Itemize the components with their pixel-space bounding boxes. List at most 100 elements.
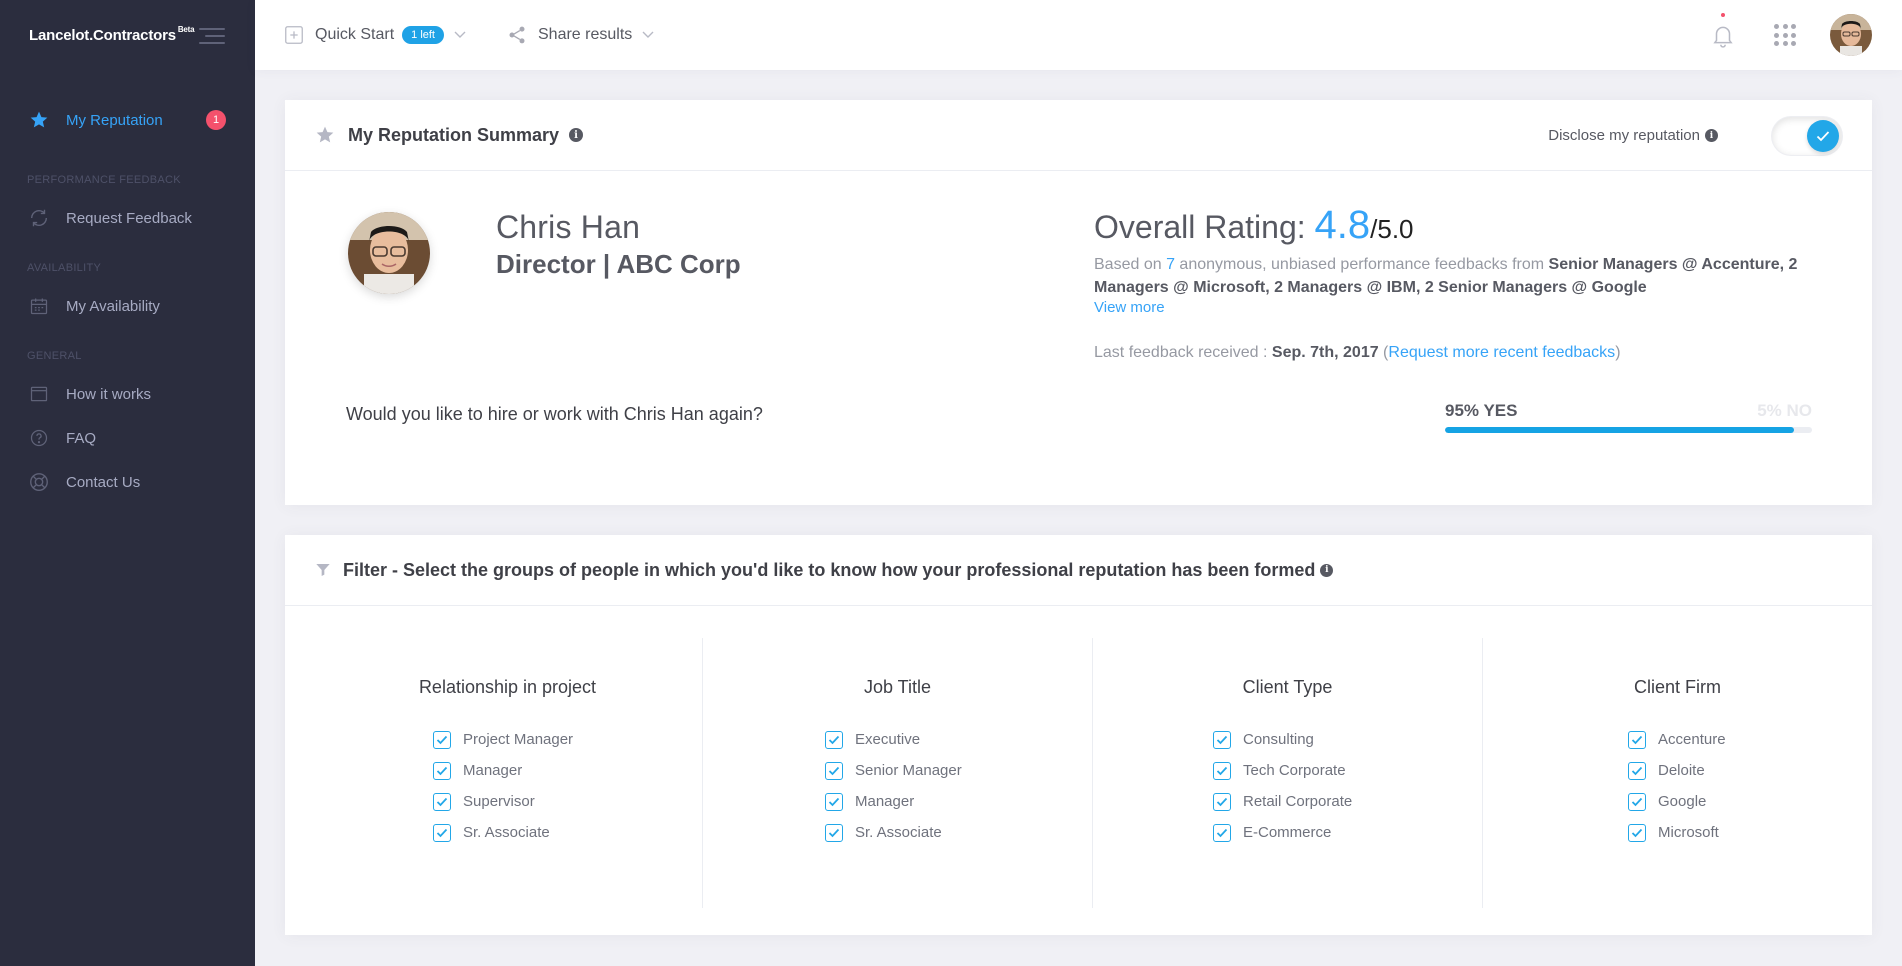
sidebar-item-my-reputation[interactable]: My Reputation 1 xyxy=(0,98,255,142)
checkbox-checked-icon[interactable] xyxy=(433,792,451,811)
checkbox-checked-icon[interactable] xyxy=(825,761,843,780)
filter-option-label: Executive xyxy=(855,731,921,748)
menu-toggle-icon[interactable] xyxy=(199,28,225,44)
card-title: My Reputation Summary xyxy=(348,124,560,145)
calendar-icon xyxy=(28,295,50,317)
info-icon[interactable]: i xyxy=(1705,129,1718,142)
checkbox-checked-icon[interactable] xyxy=(1213,792,1231,811)
checkbox-list: Project Manager Manager Supervisor Sr. Asso… xyxy=(313,724,702,848)
last-feedback-label: Last feedback received : xyxy=(1094,344,1268,361)
filter-option[interactable]: Executive xyxy=(825,724,1092,755)
filter-option[interactable]: Retail Corporate xyxy=(1213,786,1482,817)
user-avatar[interactable] xyxy=(1830,14,1872,56)
notifications-bell-icon[interactable] xyxy=(1710,13,1736,48)
filter-option-label: Senior Manager xyxy=(855,762,962,779)
star-icon xyxy=(28,109,50,131)
filter-card: Filter - Select the groups of people in … xyxy=(285,535,1872,935)
yes-percentage: 95% YES xyxy=(1445,401,1518,420)
rating-max: /5.0 xyxy=(1370,214,1414,244)
filter-option[interactable]: Deloite xyxy=(1628,755,1872,786)
disclose-label-text: Disclose my reputation xyxy=(1548,127,1700,144)
request-more-feedback-link[interactable]: Request more recent feedbacks xyxy=(1388,344,1615,361)
filter-option-label: Accenture xyxy=(1658,731,1726,748)
filter-columns: Relationship in project Project Manager Ma… xyxy=(313,638,1872,908)
checkbox-checked-icon[interactable] xyxy=(1213,761,1231,780)
checkbox-checked-icon[interactable] xyxy=(1628,730,1646,749)
filter-option-label: Google xyxy=(1658,793,1707,810)
info-icon[interactable]: i xyxy=(569,128,584,142)
filter-option[interactable]: Consulting xyxy=(1213,724,1482,755)
feedback-count: 7 xyxy=(1166,256,1175,273)
filter-option[interactable]: Google xyxy=(1628,786,1872,817)
browser-icon xyxy=(28,383,50,405)
chevron-down-icon xyxy=(454,29,466,41)
profile-photo xyxy=(348,212,430,294)
checkbox-checked-icon[interactable] xyxy=(433,730,451,749)
sidebar-item-my-availability[interactable]: My Availability xyxy=(0,284,255,328)
rehire-question: Would you like to hire or work with Chri… xyxy=(346,404,763,424)
filter-option-label: Tech Corporate xyxy=(1243,762,1346,779)
profile-name: Chris Han xyxy=(496,209,641,245)
filter-option[interactable]: Senior Manager xyxy=(825,755,1092,786)
disclose-toggle[interactable] xyxy=(1772,116,1842,155)
view-more-link[interactable]: View more xyxy=(1094,299,1165,316)
filter-option-label: E-Commerce xyxy=(1243,824,1332,841)
checkbox-checked-icon[interactable] xyxy=(1628,761,1646,780)
last-feedback-date: Sep. 7th, 2017 xyxy=(1271,344,1379,361)
checkbox-checked-icon[interactable] xyxy=(825,730,843,749)
checkbox-checked-icon[interactable] xyxy=(1628,792,1646,811)
checkbox-checked-icon[interactable] xyxy=(1628,823,1646,842)
sidebar-item-label: Contact Us xyxy=(66,473,141,491)
disclose-setting: Disclose my reputation i xyxy=(1548,100,1842,171)
filter-column: Relationship in project Project Manager Ma… xyxy=(313,638,703,908)
sidebar-item-faq[interactable]: FAQ xyxy=(0,416,255,460)
filter-option[interactable]: Sr. Associate xyxy=(825,817,1092,848)
sidebar-item-how-it-works[interactable]: How it works xyxy=(0,372,255,416)
sidebar-item-label: My Availability xyxy=(66,297,160,315)
filter-option-label: Project Manager xyxy=(463,731,574,748)
info-icon[interactable]: i xyxy=(1320,563,1334,577)
top-bar: Quick Start 1 left Share results xyxy=(255,0,1902,70)
checkbox-checked-icon[interactable] xyxy=(1213,730,1231,749)
filter-option-label: Microsoft xyxy=(1658,824,1719,841)
sidebar-item-label: Request Feedback xyxy=(66,209,192,227)
filter-option[interactable]: E-Commerce xyxy=(1213,817,1482,848)
reputation-summary-card: My Reputation Summary i Disclose my repu… xyxy=(285,100,1872,505)
rating-score: 4.8 xyxy=(1314,203,1371,247)
checkbox-checked-icon[interactable] xyxy=(825,792,843,811)
filter-option[interactable]: Manager xyxy=(825,786,1092,817)
sidebar-item-label: My Reputation xyxy=(66,111,163,129)
apps-grid-icon[interactable] xyxy=(1774,24,1796,46)
notification-dot xyxy=(1721,13,1725,17)
share-results-button[interactable]: Share results xyxy=(506,24,654,46)
filter-option[interactable]: Sr. Associate xyxy=(433,817,702,848)
filter-option-label: Supervisor xyxy=(463,793,535,810)
filter-column: Client Firm Accenture Deloite Google Microso… xyxy=(1483,638,1872,908)
rating-basis: Based on 7 anonymous, unbiased performan… xyxy=(1094,253,1854,299)
share-results-label: Share results xyxy=(538,26,633,43)
last-feedback: Last feedback received : Sep. 7th, 2017 … xyxy=(1094,344,1621,361)
beta-badge: Beta xyxy=(177,24,195,34)
refresh-icon xyxy=(28,207,50,229)
filter-option[interactable]: Accenture xyxy=(1628,724,1872,755)
filter-option[interactable]: Microsoft xyxy=(1628,817,1872,848)
quick-start-label: Quick Start xyxy=(315,26,395,43)
quick-start-button[interactable]: Quick Start 1 left xyxy=(283,24,466,46)
filter-column: Client Type Consulting Tech Corporate Retai… xyxy=(1093,638,1483,908)
filter-option-label: Deloite xyxy=(1658,762,1705,779)
card-header: My Reputation Summary i Disclose my repu… xyxy=(285,100,1872,171)
filter-option-label: Sr. Associate xyxy=(855,824,942,841)
checkbox-checked-icon[interactable] xyxy=(433,761,451,780)
filter-column-title: Client Type xyxy=(1242,677,1333,697)
brand-logo[interactable]: Lancelot.Contractors Beta xyxy=(0,0,255,70)
checkbox-checked-icon[interactable] xyxy=(433,823,451,842)
filter-option[interactable]: Supervisor xyxy=(433,786,702,817)
notification-badge: 1 xyxy=(206,110,226,130)
filter-option[interactable]: Tech Corporate xyxy=(1213,755,1482,786)
checkbox-checked-icon[interactable] xyxy=(1213,823,1231,842)
checkbox-checked-icon[interactable] xyxy=(825,823,843,842)
filter-option[interactable]: Project Manager xyxy=(433,724,702,755)
sidebar-item-request-feedback[interactable]: Request Feedback xyxy=(0,196,255,240)
filter-option[interactable]: Manager xyxy=(433,755,702,786)
sidebar-item-contact-us[interactable]: Contact Us xyxy=(0,460,255,504)
